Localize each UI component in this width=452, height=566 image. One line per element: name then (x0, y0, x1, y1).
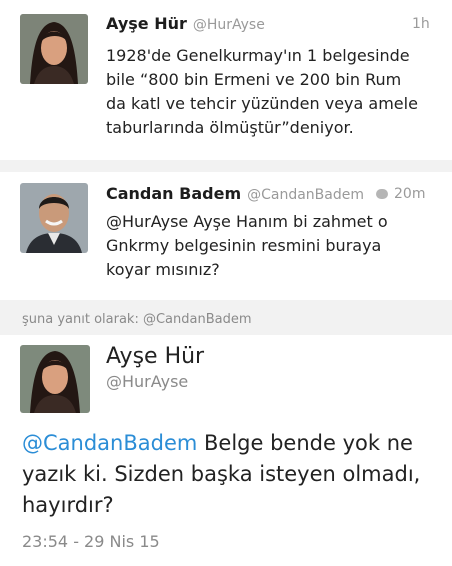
reply-context[interactable]: şuna yanıt olarak: @CandanBadem (22, 312, 252, 327)
tweet-thread: Ayşe Hür @HurAyse 1h 1928'de Genelkurmay'… (0, 0, 452, 566)
avatar[interactable] (20, 14, 88, 84)
tweet-timestamp[interactable]: 23:54 - 29 Nis 15 (22, 532, 160, 551)
tweet-text-line: Gnkrmy belgesinin resmini buraya (106, 236, 382, 255)
tweet-text-line: yazık ki. Sizden başka isteyen olmadı, (22, 462, 421, 486)
tweet-time-wrap: 20m (376, 186, 425, 202)
tweet-1-text: 1928'de Genelkurmay'ın 1 belgesinde bile… (106, 44, 418, 140)
tweet-text-line: taburlarında ölmüştür”deniyor. (106, 118, 354, 137)
tweet-time[interactable]: 20m (394, 186, 425, 202)
author-name[interactable]: Ayşe Hür (106, 344, 204, 369)
speech-bubble-icon (376, 189, 388, 199)
tweet-3-text: @CandanBadem Belge bende yok ne yazık ki… (22, 428, 442, 521)
tweet-time[interactable]: 1h (412, 16, 430, 32)
tweet-text-line: bile “800 bin Ermeni ve 200 bin Rum (106, 70, 402, 89)
tweet-1-header: Ayşe Hür @HurAyse (106, 14, 265, 33)
tweet-text-line: @HurAyse Ayşe Hanım bi zahmet o (106, 212, 388, 231)
avatar[interactable] (20, 345, 90, 413)
tweet-2-header: Candan Badem @CandanBadem (106, 184, 364, 203)
author-name[interactable]: Ayşe Hür (106, 14, 187, 33)
tweet-2-text: @HurAyse Ayşe Hanım bi zahmet o Gnkrmy b… (106, 210, 388, 282)
tweet-text-line: koyar mısınız? (106, 260, 220, 279)
author-handle[interactable]: @HurAyse (106, 372, 188, 391)
tweet-text-line: 1928'de Genelkurmay'ın 1 belgesinde (106, 46, 410, 65)
tweet-text-segment: Belge bende yok ne (197, 431, 413, 455)
tweet-text-line: da katl ve tehcir yüzünden veya amele (106, 94, 418, 113)
tweet-text-line: hayırdır? (22, 493, 114, 517)
tweet-text-line: @CandanBadem Belge bende yok ne (22, 428, 442, 459)
author-name[interactable]: Candan Badem (106, 184, 241, 203)
avatar[interactable] (20, 183, 88, 253)
author-handle[interactable]: @HurAyse (193, 17, 265, 33)
mention-link[interactable]: @CandanBadem (22, 431, 197, 455)
author-handle[interactable]: @CandanBadem (247, 187, 364, 203)
